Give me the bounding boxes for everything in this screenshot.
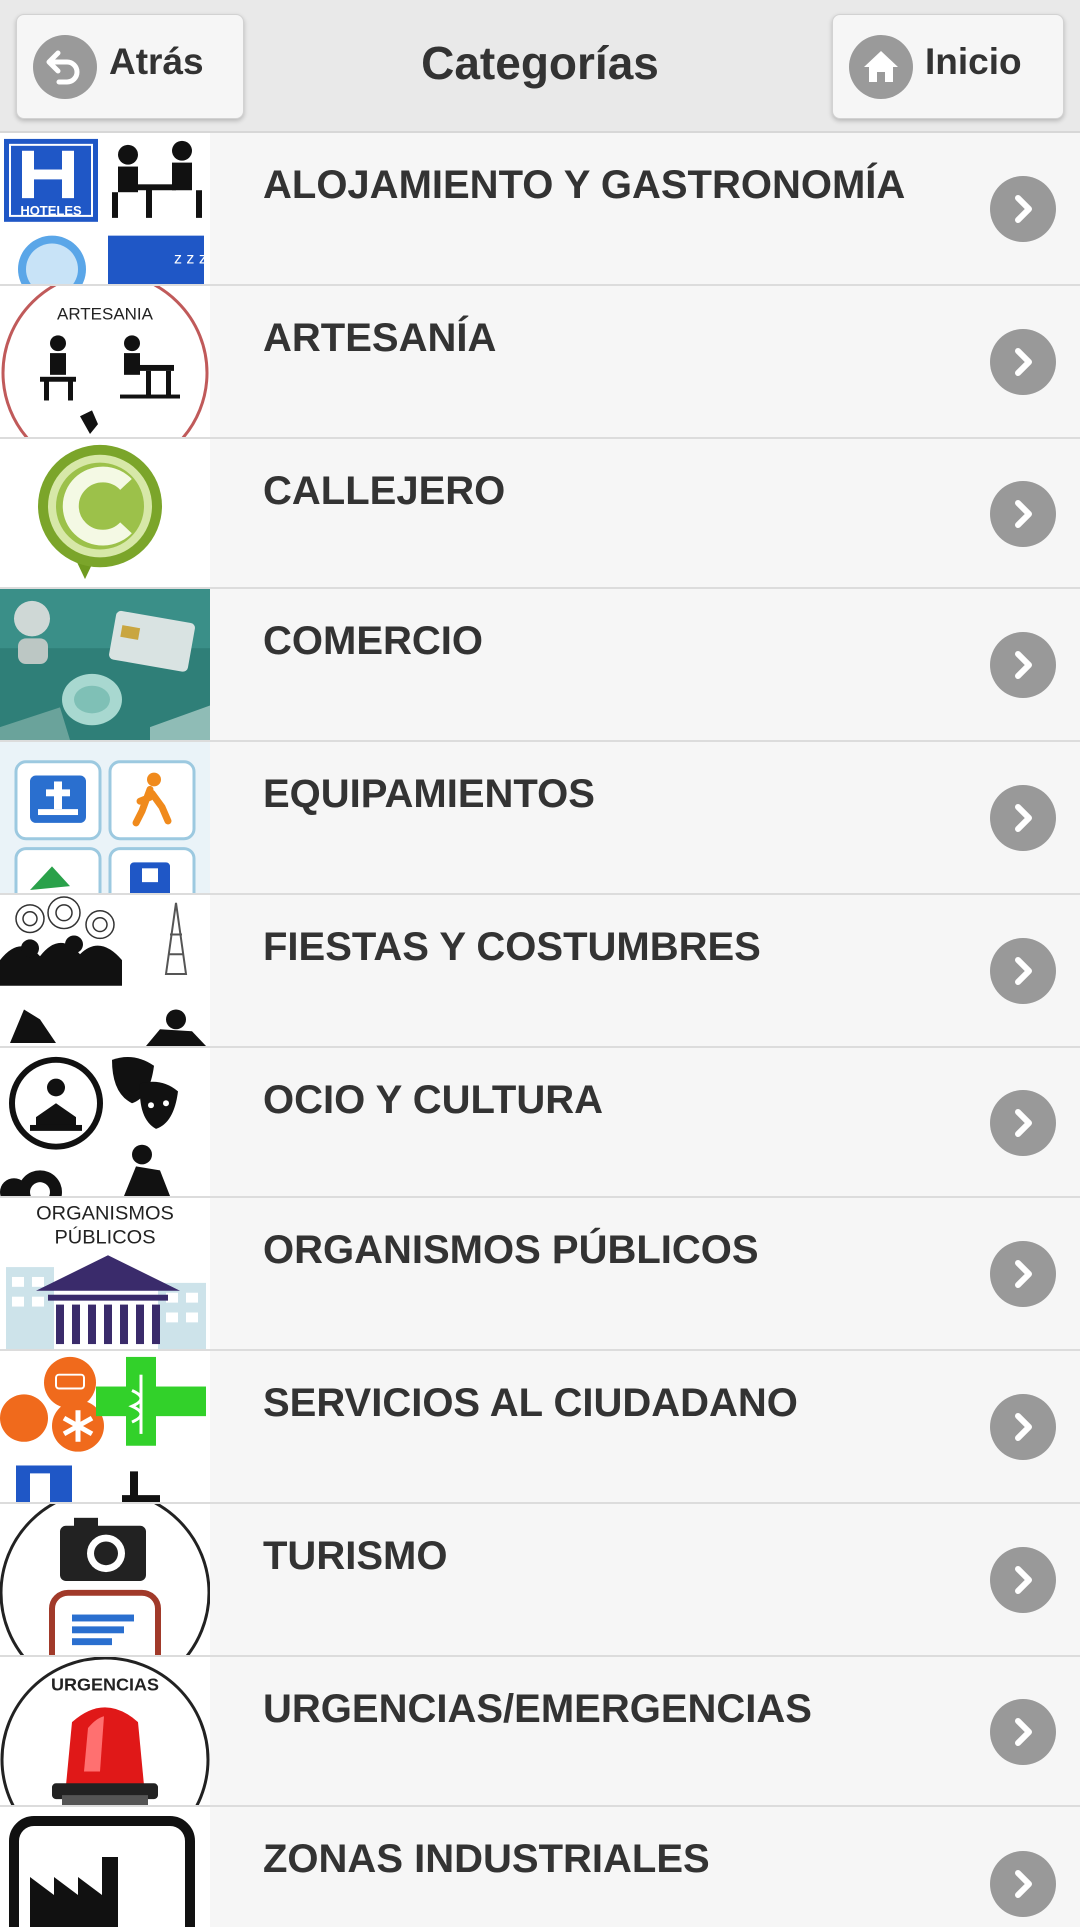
leisure-culture-icon: [0, 1048, 210, 1196]
category-label: ZONAS INDUSTRIALES: [263, 1837, 710, 1881]
category-item-urgencias[interactable]: URGENCIAS URGENCIAS/EMERGENCIAS: [0, 1657, 1080, 1807]
page-title: Categorías: [421, 37, 659, 89]
chevron-right-icon: [990, 481, 1056, 547]
emergency-siren-icon: URGENCIAS: [0, 1657, 210, 1805]
category-label: ALOJAMIENTO Y GASTRONOMÍA: [263, 163, 906, 207]
hotel-restaurant-icon: HOTELES z z z: [0, 133, 210, 284]
publicos-text: PÚBLICOS: [54, 1226, 155, 1249]
category-label: COMERCIO: [263, 619, 483, 663]
hoteles-text: HOTELES: [20, 203, 82, 218]
category-label: ORGANISMOS PÚBLICOS: [263, 1228, 759, 1272]
chevron-right-icon: [990, 329, 1056, 395]
chevron-right-icon: [990, 1699, 1056, 1765]
chevron-right-icon: [990, 1547, 1056, 1613]
chevron-right-icon: [990, 1090, 1056, 1156]
category-item-equipamientos[interactable]: EQUIPAMIENTOS: [0, 742, 1080, 895]
chevron-right-icon: [990, 632, 1056, 698]
back-arrow-icon: [33, 34, 97, 99]
industrial-zone-icon: [0, 1807, 210, 1927]
festivals-icon: [0, 895, 210, 1046]
commerce-icon: [0, 589, 210, 740]
svg-text:z z z: z z z: [174, 250, 207, 267]
category-label: TURISMO: [263, 1534, 448, 1578]
category-label: FIESTAS Y COSTUMBRES: [263, 925, 761, 969]
category-label: URGENCIAS/EMERGENCIAS: [263, 1687, 812, 1731]
category-item-comercio[interactable]: COMERCIO: [0, 589, 1080, 742]
chevron-right-icon: [990, 176, 1056, 242]
category-label: CALLEJERO: [263, 469, 506, 513]
category-item-servicios[interactable]: SERVICIOS AL CIUDADANO: [0, 1351, 1080, 1504]
street-map-pin-icon: [0, 439, 210, 587]
category-item-alojamiento[interactable]: HOTELES z z z ALOJAMIENTO Y GASTRONOMÍA: [0, 133, 1080, 286]
category-item-callejero[interactable]: CALLEJERO: [0, 439, 1080, 589]
artesania-text: ARTESANIA: [57, 305, 154, 324]
home-button-label: Inicio: [925, 40, 1022, 82]
category-item-organismos[interactable]: ORGANISMOS PÚBLICOS ORGANISMOS PÚBLICOS: [0, 1198, 1080, 1351]
chevron-right-icon: [990, 1241, 1056, 1307]
chevron-right-icon: [990, 938, 1056, 1004]
citizen-services-icon: [0, 1351, 210, 1502]
category-item-ocio[interactable]: OCIO Y CULTURA: [0, 1048, 1080, 1198]
crafts-icon: ARTESANIA: [0, 286, 210, 437]
organismos-text: ORGANISMOS: [36, 1203, 174, 1225]
header-bar: Atrás Categorías Inicio: [0, 0, 1080, 133]
category-label: ARTESANÍA: [263, 316, 497, 360]
tourism-icon: [0, 1504, 210, 1655]
back-button[interactable]: Atrás: [16, 14, 244, 119]
public-bodies-icon: ORGANISMOS PÚBLICOS: [0, 1198, 210, 1349]
chevron-right-icon: [990, 1851, 1056, 1917]
category-label: SERVICIOS AL CIUDADANO: [263, 1381, 798, 1425]
category-item-fiestas[interactable]: FIESTAS Y COSTUMBRES: [0, 895, 1080, 1048]
chevron-right-icon: [990, 1394, 1056, 1460]
category-label: EQUIPAMIENTOS: [263, 772, 595, 816]
urgencias-text: URGENCIAS: [51, 1675, 159, 1695]
category-item-artesania[interactable]: ARTESANIA ARTESANÍA: [0, 286, 1080, 439]
home-button[interactable]: Inicio: [832, 14, 1064, 119]
category-item-turismo[interactable]: TURISMO: [0, 1504, 1080, 1657]
home-icon: [849, 34, 913, 99]
back-button-label: Atrás: [109, 40, 204, 82]
category-label: OCIO Y CULTURA: [263, 1078, 604, 1122]
chevron-right-icon: [990, 785, 1056, 851]
facilities-icon: [0, 742, 210, 893]
category-item-zonas-industriales[interactable]: ZONAS INDUSTRIALES: [0, 1807, 1080, 1927]
